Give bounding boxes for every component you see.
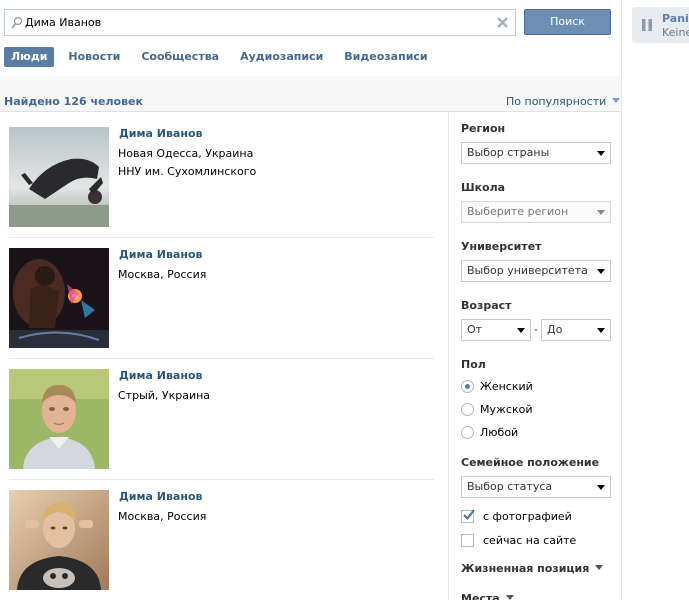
search-button[interactable]: Поиск: [524, 9, 611, 35]
radio-label: Мужской: [480, 402, 533, 416]
clear-icon[interactable]: [496, 16, 509, 29]
search-bar: Поиск: [4, 9, 616, 37]
person-name[interactable]: Дима Иванов: [119, 369, 202, 382]
radio-label: Женский: [480, 379, 533, 393]
filters-panel: Регион Выбор страны Школа Выберите регио…: [450, 112, 621, 600]
person-location: Москва, Россия: [118, 510, 207, 523]
radio-label: Любой: [480, 425, 519, 439]
marital-select-value: Выбор статуса: [467, 480, 553, 493]
country-select-value: Выбор страны: [467, 146, 550, 159]
avatar[interactable]: [9, 248, 109, 348]
list-item: Дима Иванов Москва, Россия: [0, 475, 434, 596]
chevron-down-icon: [505, 595, 514, 600]
checkbox-label: сейчас на сайте: [483, 533, 577, 547]
list-item: Дима Иванов Стрый, Украина: [0, 354, 434, 475]
age-from-select[interactable]: От: [461, 319, 531, 341]
age-from-value: От: [467, 323, 483, 336]
checkbox-box: [461, 533, 474, 547]
search-page: Поиск Люди Новости Сообщества Аудиозапис…: [0, 0, 622, 600]
filter-region-label: Регион: [461, 122, 506, 135]
avatar[interactable]: [9, 490, 109, 590]
university-select[interactable]: Выбор университета: [461, 260, 611, 282]
search-input[interactable]: [25, 13, 495, 32]
list-item: Дима Иванов Новая Одесса, Украина ННУ им…: [0, 112, 434, 233]
radio-off-icon: [461, 402, 474, 416]
checkbox-box: [461, 508, 475, 523]
university-select-value: Выбор университета: [467, 264, 588, 277]
right-sidebar: Panik Keiner: [622, 0, 689, 600]
search-icon: [11, 16, 23, 29]
chevron-down-icon: [597, 485, 605, 490]
person-location: Стрый, Украина: [118, 389, 211, 402]
tab-audio[interactable]: Аудиозаписи: [232, 47, 331, 67]
list-item: Дима Иванов Москва, Россия: [0, 233, 434, 354]
marital-select[interactable]: Выбор статуса: [461, 476, 611, 498]
radio-off-icon: [461, 425, 474, 439]
tab-news[interactable]: Новости: [60, 47, 128, 67]
radio-on-icon: [461, 379, 474, 393]
gender-radio-female[interactable]: Женский: [461, 379, 533, 393]
places-expander[interactable]: Места: [461, 592, 514, 600]
avatar[interactable]: [9, 369, 109, 469]
pause-icon[interactable]: [642, 19, 652, 31]
filter-gender-label: Пол: [461, 358, 486, 371]
life-position-label: Жизненная позиция: [461, 562, 590, 575]
person-name[interactable]: Дима Иванов: [119, 248, 202, 261]
filter-university-label: Университет: [461, 240, 542, 253]
tab-communities[interactable]: Сообщества: [133, 47, 227, 67]
filter-marital-label: Семейное положение: [461, 456, 600, 469]
country-select[interactable]: Выбор страны: [461, 142, 611, 164]
places-label: Места: [461, 592, 500, 600]
search-field[interactable]: [4, 9, 516, 36]
chevron-down-icon: [597, 328, 605, 333]
chevron-down-icon: [597, 151, 605, 156]
tab-people[interactable]: Люди: [4, 47, 55, 67]
life-position-expander[interactable]: Жизненная позиция: [461, 562, 604, 575]
chevron-down-icon: [597, 269, 605, 274]
notification-title: Panik: [662, 12, 689, 25]
gender-radio-male[interactable]: Мужской: [461, 402, 532, 416]
age-separator: -: [534, 323, 538, 336]
with-photo-checkbox[interactable]: с фотографией: [461, 508, 572, 523]
notification-subtitle: Keiner: [662, 26, 689, 39]
sort-dropdown[interactable]: По популярности: [506, 95, 621, 108]
chevron-down-icon: [517, 328, 525, 333]
tab-video[interactable]: Видеозаписи: [336, 47, 435, 67]
chevron-down-icon: [597, 210, 605, 215]
school-select[interactable]: Выберите регион: [461, 201, 611, 223]
checkmark-icon: [463, 508, 475, 520]
age-to-select[interactable]: До: [541, 319, 611, 341]
filter-age-label: Возраст: [461, 299, 512, 312]
avatar[interactable]: [9, 127, 109, 227]
school-select-value: Выберите регион: [467, 205, 569, 218]
results-list: Дима Иванов Новая Одесса, Украина ННУ им…: [0, 112, 449, 600]
search-tabs: Люди Новости Сообщества Аудиозаписи Виде…: [4, 46, 441, 68]
gender-radio-any[interactable]: Любой: [461, 425, 518, 439]
results-count: Найдено 126 человек: [4, 95, 143, 108]
sort-label: По популярности: [506, 95, 607, 108]
filter-school-label: Школа: [461, 181, 506, 194]
player-notification[interactable]: Panik Keiner: [632, 7, 689, 43]
online-now-checkbox[interactable]: сейчас на сайте: [461, 533, 576, 547]
person-name[interactable]: Дима Иванов: [119, 490, 202, 503]
person-location: Новая Одесса, Украина: [118, 147, 254, 160]
chevron-down-icon: [612, 98, 621, 103]
age-to-value: До: [547, 323, 563, 336]
person-name[interactable]: Дима Иванов: [119, 127, 202, 140]
person-education: ННУ им. Сухомлинского: [118, 165, 257, 178]
person-location: Москва, Россия: [118, 268, 207, 281]
checkbox-label: с фотографией: [483, 509, 572, 523]
chevron-down-icon: [595, 565, 604, 570]
